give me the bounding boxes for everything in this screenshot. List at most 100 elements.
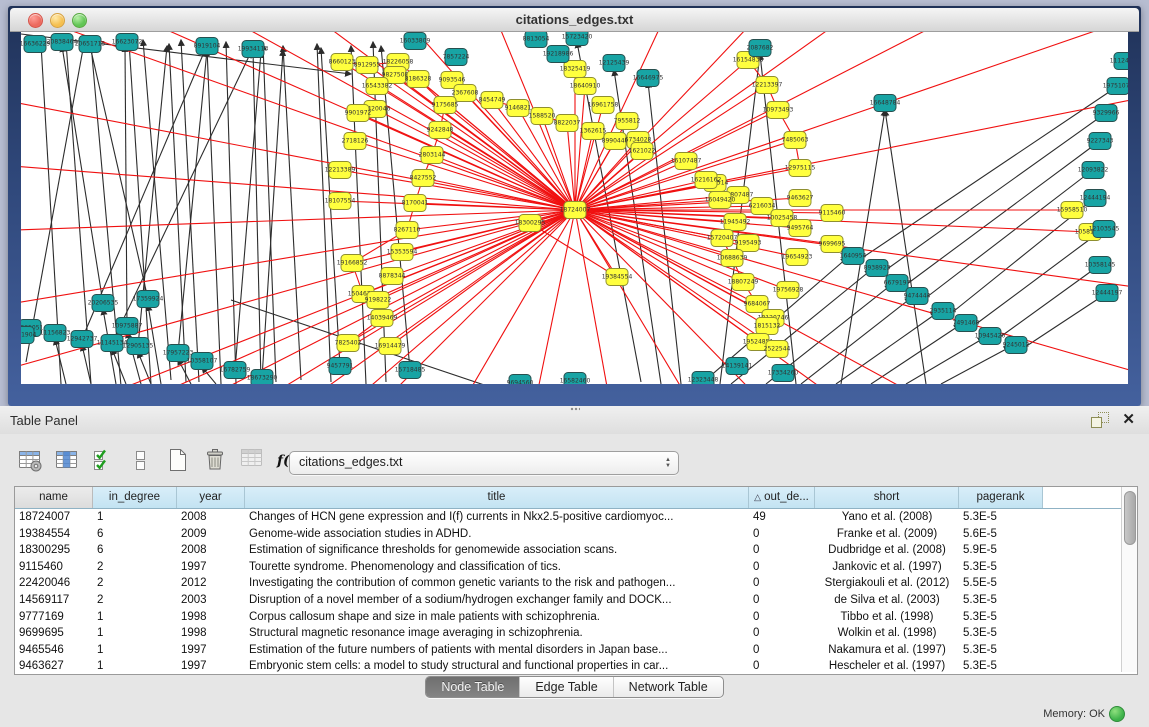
graph-node[interactable]: 10358145 (1085, 257, 1116, 274)
table-mode-icon[interactable] (16, 446, 44, 474)
graph-node[interactable]: 9457791 (327, 358, 354, 375)
column-header-out_de[interactable]: △out_de... (749, 487, 815, 508)
graph-node[interactable]: 7825402 (335, 335, 362, 352)
select-all-icon[interactable] (90, 446, 118, 474)
graph-node[interactable]: 12942737 (67, 331, 98, 348)
graph-node[interactable]: 8912955 (354, 57, 381, 74)
graph-node[interactable]: 9901972 (345, 105, 372, 122)
graph-node[interactable]: 8919104 (194, 38, 221, 55)
graph-node[interactable]: 19751074 (1103, 78, 1128, 95)
graph-node[interactable]: 8267110 (394, 222, 421, 239)
column-header-pagerank[interactable]: pagerank (959, 487, 1043, 508)
graph-node[interactable]: 16033809 (400, 33, 431, 50)
graph-node[interactable]: 9115460 (819, 205, 846, 222)
graph-node[interactable]: 20206535 (88, 295, 119, 312)
graph-node[interactable]: 18724007 (560, 202, 591, 219)
table-scrollbar[interactable] (1121, 487, 1137, 672)
scrollbar-thumb[interactable] (1124, 491, 1136, 545)
unselect-all-icon[interactable] (127, 446, 155, 474)
graph-node[interactable]: 16582460 (560, 373, 591, 385)
graph-node[interactable]: 9245012 (1003, 337, 1030, 354)
graph-node[interactable]: 16049420 (705, 192, 736, 209)
graph-node[interactable]: 8170041 (402, 195, 429, 212)
graph-node[interactable]: 12444194 (1080, 190, 1111, 207)
graph-node[interactable]: 12093822 (1078, 162, 1109, 179)
graph-node[interactable]: 12444197 (1092, 285, 1123, 302)
graph-node[interactable]: 10688639 (717, 250, 748, 267)
graph-node[interactable]: 1621022 (629, 143, 656, 160)
graph-node[interactable]: 18300295 (515, 215, 546, 232)
graph-node[interactable]: 16961758 (588, 97, 619, 114)
table-row[interactable]: 969969511998Structural magnetic resonanc… (15, 625, 1137, 642)
graph-node[interactable]: 16914479 (375, 338, 406, 355)
table-row[interactable]: 1872400712008Changes of HCN gene express… (15, 509, 1137, 526)
graph-node[interactable]: 20651715 (75, 36, 106, 53)
graph-node[interactable]: 8878344 (379, 268, 406, 285)
graph-node[interactable]: 19166852 (337, 255, 368, 272)
graph-node[interactable]: 12323448 (688, 372, 719, 385)
graph-node[interactable]: 2522544 (764, 341, 791, 358)
graph-node[interactable]: 8454749 (479, 92, 506, 109)
column-header-title[interactable]: title (245, 487, 749, 508)
graph-node[interactable]: 11945492 (720, 214, 751, 231)
graph-node[interactable]: 15958510 (1057, 202, 1088, 219)
graph-node[interactable]: 20838464 (47, 34, 78, 51)
network-svg[interactable]: 1872400718300295866012389129551822605898… (21, 32, 1128, 384)
graph-node[interactable]: 18325419 (560, 61, 591, 78)
graph-node[interactable]: 12905135 (123, 338, 154, 355)
graph-node[interactable]: 16623072 (112, 34, 143, 51)
table-row[interactable]: 946362711997Embryonic stem cells: a mode… (15, 658, 1137, 675)
graph-node[interactable]: 14139141 (722, 358, 753, 375)
graph-node[interactable]: 9699695 (819, 236, 846, 253)
graph-node[interactable]: 2935114 (930, 303, 957, 320)
graph-node[interactable]: 8186328 (405, 71, 432, 88)
graph-node[interactable]: 8427552 (410, 170, 437, 187)
graph-node[interactable]: 9463627 (787, 190, 814, 207)
graph-node[interactable]: 12213389 (325, 162, 356, 179)
graph-node[interactable]: 17334260 (768, 365, 799, 382)
graph-node[interactable]: 9195493 (735, 235, 762, 252)
graph-node[interactable]: 16543382 (362, 78, 393, 95)
graph-node[interactable]: 19934113 (238, 41, 269, 58)
graph-node[interactable]: 16216162 (691, 172, 722, 189)
column-header-year[interactable]: year (177, 487, 245, 508)
graph-node[interactable]: 9198222 (365, 292, 392, 309)
graph-node[interactable]: 1640954 (840, 248, 867, 265)
graph-node[interactable]: 19218986 (543, 46, 574, 63)
graph-node[interactable]: 15723420 (562, 32, 593, 46)
float-panel-icon[interactable] (1091, 412, 1109, 428)
graph-node[interactable]: 9146821 (505, 100, 532, 117)
graph-node[interactable]: 10973493 (763, 102, 794, 119)
graph-node[interactable]: 8660123 (329, 54, 356, 71)
column-header-name[interactable]: name (15, 487, 93, 508)
tab-network-table[interactable]: Network Table (613, 677, 723, 697)
graph-node[interactable]: 7485063 (782, 132, 809, 149)
column-header-in_degree[interactable]: in_degree (93, 487, 177, 508)
graph-node[interactable]: 9694560 (507, 375, 534, 385)
column-header-short[interactable]: short (815, 487, 959, 508)
delete-table-icon[interactable] (238, 446, 266, 474)
table-row[interactable]: 1938455462009Genome-wide association stu… (15, 526, 1137, 543)
graph-node[interactable]: 10358107 (187, 353, 218, 370)
graph-node[interactable]: 15353594 (387, 244, 418, 261)
graph-node[interactable]: 12103545 (1089, 221, 1120, 238)
graph-node[interactable]: 8813054 (523, 32, 550, 48)
graph-node[interactable]: 1815132 (754, 318, 781, 335)
graph-node[interactable]: 7955812 (614, 113, 641, 130)
table-row[interactable]: 1456911722003Disruption of a novel membe… (15, 592, 1137, 609)
graph-node[interactable]: 19756928 (773, 282, 804, 299)
show-columns-icon[interactable] (53, 446, 81, 474)
graph-node[interactable]: 10975887 (112, 318, 143, 335)
graph-node[interactable]: 7857224 (443, 49, 470, 66)
graph-node[interactable]: 11124045 (1110, 53, 1128, 70)
graph-node[interactable]: 12213397 (752, 77, 783, 94)
graph-node[interactable]: 18107554 (325, 193, 356, 210)
graph-node[interactable]: 9242848 (427, 122, 454, 139)
graph-node[interactable]: 9175685 (432, 97, 459, 114)
network-canvas[interactable]: 1872400718300295866012389129551822605898… (21, 32, 1128, 384)
graph-node[interactable]: 15720407 (707, 230, 738, 247)
graph-node[interactable]: 17359924 (133, 291, 164, 308)
network-window-titlebar[interactable]: citations_edges.txt (10, 8, 1139, 32)
graph-node[interactable]: 2087682 (747, 40, 774, 57)
tab-edge-table[interactable]: Edge Table (519, 677, 612, 697)
